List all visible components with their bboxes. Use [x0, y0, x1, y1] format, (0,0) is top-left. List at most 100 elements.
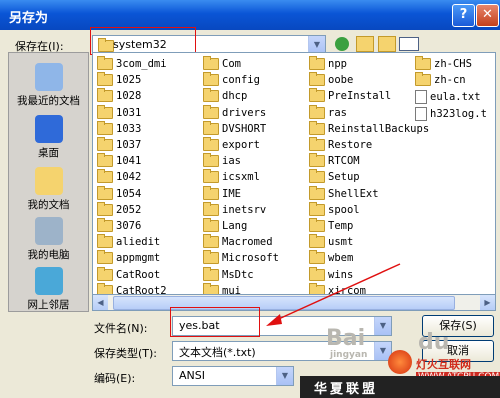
folder-icon — [203, 120, 219, 135]
list-item[interactable]: Macromed — [203, 234, 273, 249]
list-item[interactable]: 2052 — [97, 201, 141, 217]
item-name: eula.txt — [430, 91, 481, 104]
item-name: npp — [328, 58, 347, 70]
up-folder-icon[interactable] — [356, 36, 374, 52]
list-item[interactable]: spool — [309, 201, 360, 217]
list-item[interactable]: ShellExt — [309, 185, 379, 201]
item-name: 1031 — [116, 106, 142, 119]
folder-icon — [309, 153, 325, 168]
list-item[interactable]: 3076 — [97, 218, 142, 233]
new-folder-icon[interactable] — [378, 36, 396, 52]
list-item[interactable]: 1042 — [97, 169, 142, 184]
list-item[interactable]: oobe — [309, 72, 353, 87]
item-name: 3076 — [116, 220, 142, 232]
list-item[interactable]: ReinstallBackups — [309, 120, 429, 136]
item-name: 1041 — [116, 155, 142, 168]
list-item[interactable]: 1025 — [97, 72, 141, 87]
list-item[interactable]: h323log.t — [415, 106, 487, 121]
chevron-down-icon[interactable]: ▼ — [276, 367, 293, 385]
item-name: ias — [222, 155, 241, 168]
folder-icon — [203, 88, 219, 103]
encoding-select[interactable]: ANSI ▼ — [172, 366, 294, 386]
place-label: 我的电脑 — [27, 249, 70, 261]
list-item[interactable]: Temp — [309, 218, 354, 233]
place-recent[interactable]: 我最近的文档 — [9, 63, 88, 108]
highlight-box-lookin — [90, 27, 196, 55]
item-name: h323log.t — [430, 107, 487, 120]
views-icon[interactable] — [399, 37, 419, 51]
list-item[interactable]: 1033 — [97, 120, 141, 136]
place-my-documents[interactable]: 我的文档 — [9, 167, 88, 212]
save-as-dialog: 另存为 ? ✕ 保存在(I): system32 ▼ 我最近的文档 桌面 我的文… — [0, 0, 500, 398]
item-name: PreInstall — [328, 90, 392, 103]
scroll-left-icon[interactable]: ◀ — [93, 295, 108, 310]
list-item[interactable]: Setup — [309, 169, 360, 184]
place-label: 我的文档 — [27, 199, 70, 211]
footer-text: 华夏联盟 — [314, 382, 379, 397]
list-item[interactable]: zh-cn — [415, 72, 466, 87]
back-icon[interactable] — [335, 37, 349, 51]
folder-icon — [97, 234, 113, 249]
item-name: RTCOM — [328, 155, 360, 168]
list-item[interactable]: 1041 — [97, 153, 142, 168]
item-name: Temp — [328, 220, 354, 232]
folder-icon — [97, 120, 113, 135]
folder-icon — [97, 201, 113, 216]
help-button[interactable]: ? — [452, 4, 475, 27]
folder-icon — [97, 104, 113, 119]
folder-icon — [97, 88, 113, 103]
list-item[interactable]: ias — [203, 153, 241, 168]
list-item[interactable]: export — [203, 137, 260, 152]
list-item[interactable]: icsxml — [203, 169, 260, 184]
list-item[interactable]: MsDtc — [203, 266, 254, 282]
list-item[interactable]: CatRoot — [97, 266, 161, 282]
watermark-bai: Bai — [326, 326, 366, 351]
my-documents-icon — [34, 167, 63, 195]
place-desktop[interactable]: 桌面 — [9, 115, 88, 160]
list-item[interactable]: 1037 — [97, 137, 142, 152]
item-name: ShellExt — [328, 187, 379, 200]
scroll-right-icon[interactable]: ▶ — [480, 295, 495, 310]
list-item[interactable]: 1054 — [97, 185, 141, 201]
list-item[interactable]: drivers — [203, 104, 266, 120]
text-file-icon — [415, 90, 427, 105]
item-name: 1037 — [116, 139, 142, 151]
list-item[interactable]: Lang — [203, 218, 247, 233]
list-item[interactable]: npp — [309, 56, 347, 71]
folder-icon — [309, 88, 325, 103]
my-computer-icon — [34, 217, 63, 245]
watermark-jingyan: jingyan — [330, 350, 368, 360]
list-item[interactable]: 1031 — [97, 104, 142, 120]
list-item[interactable]: Com — [203, 56, 241, 71]
item-name: Macromed — [222, 236, 273, 249]
list-item[interactable]: config — [203, 72, 260, 87]
list-item[interactable]: Restore — [309, 137, 372, 152]
list-item[interactable]: eula.txt — [415, 90, 481, 105]
list-item[interactable]: usmt — [309, 234, 353, 249]
list-item[interactable]: dhcp — [203, 88, 247, 103]
folder-icon — [97, 250, 113, 265]
list-item[interactable]: 3com_dmi — [97, 56, 167, 71]
item-name: CatRoot — [116, 268, 161, 281]
list-item[interactable]: RTCOM — [309, 153, 360, 168]
folder-icon — [203, 56, 219, 70]
close-button[interactable]: ✕ — [476, 4, 499, 27]
folder-icon — [97, 266, 113, 281]
item-name: zh-CHS — [434, 58, 472, 70]
list-item[interactable]: 1028 — [97, 88, 141, 103]
folder-icon — [415, 56, 431, 70]
item-name: appmgmt — [116, 252, 161, 265]
list-item[interactable]: inetsrv — [203, 201, 266, 217]
list-item[interactable]: PreInstall — [309, 88, 392, 103]
list-item[interactable]: IME — [203, 185, 241, 201]
list-item[interactable]: aliedit — [97, 234, 160, 249]
folder-icon — [309, 218, 325, 232]
list-item[interactable]: zh-CHS — [415, 56, 472, 71]
list-item[interactable]: DVSHORT — [203, 120, 266, 136]
place-network[interactable]: 网上邻居 — [9, 267, 88, 312]
place-my-computer[interactable]: 我的电脑 — [9, 217, 88, 262]
folder-icon — [203, 201, 219, 216]
list-item[interactable]: appmgmt — [97, 250, 161, 265]
item-name: 1042 — [116, 171, 142, 184]
list-item[interactable]: ras — [309, 104, 347, 120]
